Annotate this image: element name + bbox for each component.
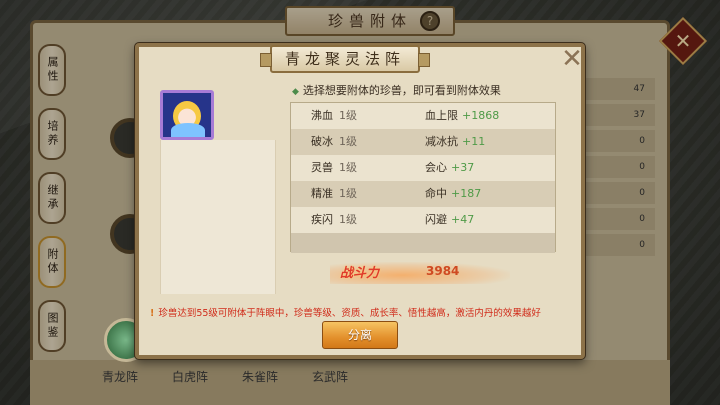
side-tab-inherit[interactable]: 继承 [38, 172, 66, 224]
table-row: 疾闪 1级 闪避 +47 [291, 207, 555, 233]
array-tabs: 青龙阵 白虎阵 朱雀阵 玄武阵 [100, 368, 350, 385]
dialog-close-button[interactable]: ✕ [560, 46, 584, 72]
side-tab-cultivate[interactable]: 培养 [38, 108, 66, 160]
help-icon[interactable]: ? [420, 11, 440, 31]
table-row: 破冰 1级 减冰抗 +11 [291, 129, 555, 155]
pet-list[interactable] [160, 140, 276, 294]
attribute-table: 沸血 1级 血上限 +1868 破冰 1级 减冰抗 +11 灵兽 1级 会心 +37 … [290, 102, 556, 253]
table-empty-row [291, 233, 555, 253]
table-row: 沸血 1级 血上限 +1868 [291, 103, 555, 129]
combat-power-value: 3984 [426, 264, 460, 278]
instruction-text: ◆ 选择想要附体的珍兽，即可看到附体效果 [292, 84, 501, 97]
tab-xuanwu[interactable]: 玄武阵 [310, 368, 350, 385]
pet-wing-icon [171, 123, 205, 137]
side-tab-possession[interactable]: 附体 [38, 236, 66, 288]
tab-baihu[interactable]: 白虎阵 [170, 368, 210, 385]
table-row: 精准 1级 命中 +187 [291, 181, 555, 207]
separate-button[interactable]: 分离 [322, 321, 398, 349]
pet-portrait[interactable] [160, 90, 214, 140]
close-icon: ✕ [674, 29, 692, 53]
table-row: 灵兽 1级 会心 +37 [291, 155, 555, 181]
warning-icon: ! [150, 308, 155, 319]
tab-zhuque[interactable]: 朱雀阵 [240, 368, 280, 385]
combat-power: 战斗力 3984 [330, 262, 510, 284]
tab-qinglong[interactable]: 青龙阵 [100, 368, 140, 385]
side-tab-handbook[interactable]: 图鉴 [38, 300, 66, 352]
warning-text: ! 珍兽达到55级可附体于阵眼中，珍兽等级、资质、成长率、悟性越高，激活内丹的效果… [150, 308, 541, 319]
combat-power-label: 战斗力 [340, 266, 380, 281]
side-tab-attributes[interactable]: 属性 [38, 44, 66, 96]
dialog-title: 青龙聚灵法阵 [260, 45, 430, 73]
bullet-icon: ◆ [292, 87, 299, 97]
